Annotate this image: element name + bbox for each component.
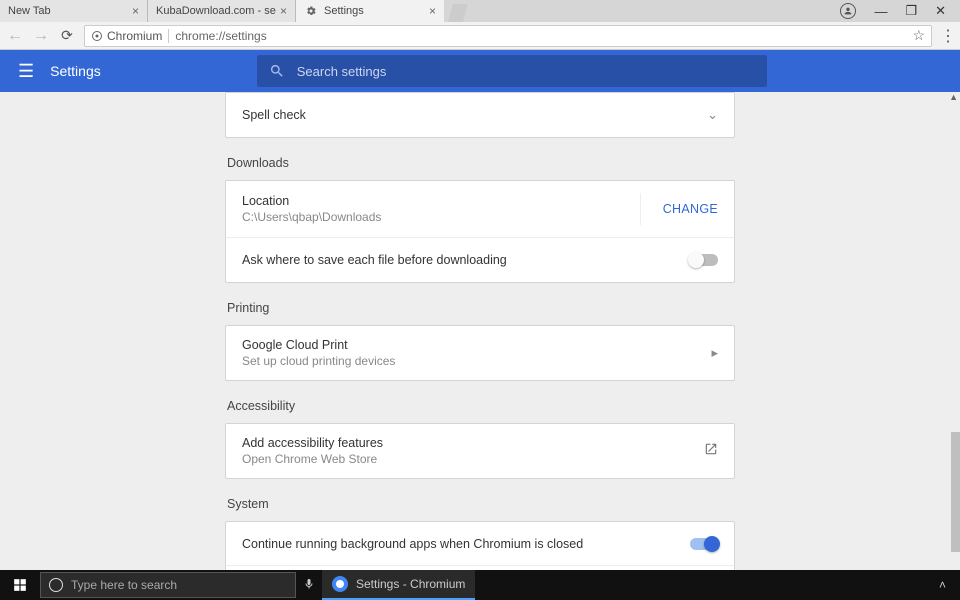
site-chip: Chromium bbox=[91, 29, 169, 43]
browser-tab-strip: New Tab × KubaDownload.com - se × Settin… bbox=[0, 0, 960, 22]
accessibility-features-row[interactable]: Add accessibility features Open Chrome W… bbox=[226, 424, 734, 478]
settings-header: ☰ Settings bbox=[0, 50, 960, 92]
section-downloads-label: Downloads bbox=[227, 156, 735, 170]
google-cloud-print-row[interactable]: Google Cloud Print Set up cloud printing… bbox=[226, 326, 734, 380]
toggle-switch[interactable] bbox=[690, 538, 718, 550]
chevron-right-icon: ▸ bbox=[711, 345, 718, 361]
settings-scroll[interactable]: ▲ Spell check ⌄ Downloads Location C:\Us… bbox=[0, 92, 960, 570]
site-chip-label: Chromium bbox=[107, 29, 162, 43]
row-title: Location bbox=[242, 194, 640, 208]
close-icon[interactable]: × bbox=[429, 4, 436, 18]
hamburger-icon[interactable]: ☰ bbox=[18, 61, 34, 82]
system-card: Continue running background apps when Ch… bbox=[225, 521, 735, 570]
section-accessibility-label: Accessibility bbox=[227, 399, 735, 413]
browser-tab[interactable]: New Tab × bbox=[0, 0, 148, 22]
system-tray: ˄ bbox=[925, 578, 960, 592]
search-input[interactable] bbox=[297, 64, 755, 79]
scrollbar-thumb[interactable] bbox=[951, 432, 960, 552]
section-printing-label: Printing bbox=[227, 301, 735, 315]
row-subtitle: Open Chrome Web Store bbox=[242, 452, 704, 466]
gear-icon bbox=[304, 4, 318, 18]
background-apps-row[interactable]: Continue running background apps when Ch… bbox=[226, 522, 734, 566]
browser-menu-icon[interactable]: ⋮ bbox=[940, 26, 954, 46]
chromium-icon bbox=[332, 576, 348, 592]
url-text: chrome://settings bbox=[175, 29, 266, 43]
browser-tab-active[interactable]: Settings × bbox=[296, 0, 444, 22]
address-bar: ← → ⟳ Chromium chrome://settings ☆ ⋮ bbox=[0, 22, 960, 50]
ask-before-download-row[interactable]: Ask where to save each file before downl… bbox=[226, 238, 734, 282]
row-title: Continue running background apps when Ch… bbox=[242, 537, 690, 551]
row-title: Spell check bbox=[242, 108, 707, 122]
tray-chevron-up-icon[interactable]: ˄ bbox=[939, 578, 946, 592]
tab-title: KubaDownload.com - se bbox=[156, 5, 280, 17]
search-icon bbox=[269, 63, 285, 79]
page-title: Settings bbox=[50, 63, 101, 79]
taskbar-app-chromium[interactable]: Settings - Chromium bbox=[322, 570, 475, 600]
bookmark-star-icon[interactable]: ☆ bbox=[912, 27, 925, 44]
external-link-icon bbox=[704, 442, 718, 461]
tab-title: New Tab bbox=[8, 5, 132, 17]
reload-icon[interactable]: ⟳ bbox=[58, 27, 76, 44]
forward-icon[interactable]: → bbox=[32, 27, 50, 45]
row-title: Add accessibility features bbox=[242, 436, 704, 450]
start-button[interactable] bbox=[0, 570, 40, 600]
tab-title: Settings bbox=[324, 5, 429, 17]
user-avatar[interactable] bbox=[840, 3, 856, 19]
accessibility-card: Add accessibility features Open Chrome W… bbox=[225, 423, 735, 479]
taskbar-app-label: Settings - Chromium bbox=[356, 577, 465, 591]
mic-icon[interactable] bbox=[296, 577, 322, 594]
search-container bbox=[257, 55, 767, 87]
download-location-row: Location C:\Users\qbap\Downloads CHANGE bbox=[226, 181, 734, 238]
close-icon[interactable]: × bbox=[280, 4, 287, 18]
change-button[interactable]: CHANGE bbox=[640, 193, 718, 225]
taskbar-search-placeholder: Type here to search bbox=[71, 578, 177, 592]
close-icon[interactable]: × bbox=[132, 4, 139, 18]
window-close-icon[interactable]: ✕ bbox=[935, 3, 946, 19]
row-title: Ask where to save each file before downl… bbox=[242, 253, 690, 267]
row-subtitle: C:\Users\qbap\Downloads bbox=[242, 210, 640, 224]
back-icon[interactable]: ← bbox=[6, 27, 24, 45]
chevron-down-icon: ⌄ bbox=[707, 107, 718, 123]
windows-taskbar: Type here to search Settings - Chromium … bbox=[0, 570, 960, 600]
spellcheck-row[interactable]: Spell check ⌄ bbox=[226, 93, 734, 137]
cortana-icon bbox=[49, 578, 63, 592]
printing-card: Google Cloud Print Set up cloud printing… bbox=[225, 325, 735, 381]
downloads-card: Location C:\Users\qbap\Downloads CHANGE … bbox=[225, 180, 735, 283]
row-title: Google Cloud Print bbox=[242, 338, 711, 352]
row-subtitle: Set up cloud printing devices bbox=[242, 354, 711, 368]
scroll-up-icon[interactable]: ▲ bbox=[949, 92, 958, 102]
omnibox[interactable]: Chromium chrome://settings ☆ bbox=[84, 25, 932, 47]
new-tab-button[interactable] bbox=[448, 4, 468, 22]
browser-tab[interactable]: KubaDownload.com - se × bbox=[148, 0, 296, 22]
taskbar-search[interactable]: Type here to search bbox=[40, 572, 296, 598]
minimize-icon[interactable]: — bbox=[874, 4, 887, 19]
section-system-label: System bbox=[227, 497, 735, 511]
maximize-icon[interactable]: ❐ bbox=[905, 3, 917, 19]
toggle-switch[interactable] bbox=[690, 254, 718, 266]
spellcheck-card: Spell check ⌄ bbox=[225, 92, 735, 138]
window-controls: — ❐ ✕ bbox=[826, 0, 960, 22]
settings-app: ☰ Settings ▲ Spell check ⌄ Downloads Loc… bbox=[0, 50, 960, 570]
